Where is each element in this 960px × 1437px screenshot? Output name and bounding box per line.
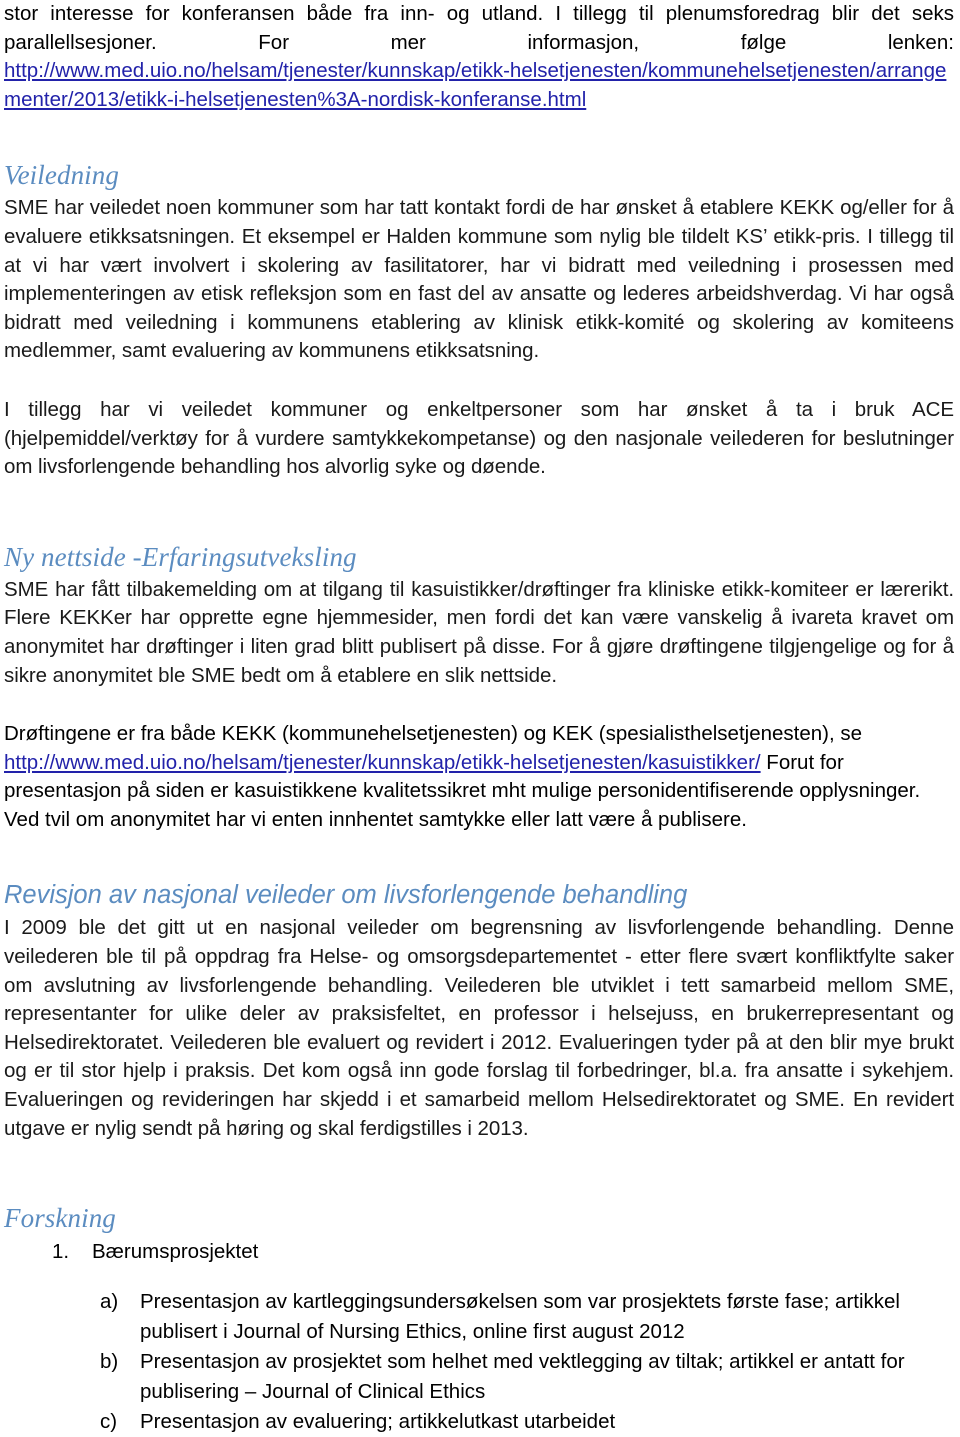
list-marker: b) — [100, 1350, 119, 1374]
paragraph-ny-nettside: SME har fått tilbakemelding om at tilgan… — [4, 577, 954, 687]
conference-url-block: http://www.med.uio.no/helsam/tjenester/k… — [4, 57, 954, 114]
lead-line-1: stor interesse for konferansen både fra … — [4, 2, 954, 25]
list-item-lettered: b) Presentasjon av prosjektet som helhet… — [100, 1347, 954, 1407]
list-item-numbered: 1. Bærumsprosjektet — [52, 1237, 954, 1267]
list-marker: a) — [100, 1290, 119, 1314]
list-marker: 1. — [52, 1240, 70, 1264]
list-item-text: Bærumsprosjektet — [92, 1240, 259, 1264]
list-item-lettered: c) Presentasjon av evaluering; artikkelu… — [100, 1407, 954, 1437]
list-item-text: Presentasjon av kartleggingsundersøkelse… — [140, 1290, 900, 1344]
paragraph-veiledning-2: I tillegg har vi veiledet kommuner og en… — [4, 397, 954, 479]
kasuistikker-block: Drøftingene er fra både KEKK (kommunehel… — [4, 720, 954, 834]
paragraph-revisjon: I 2009 ble det gitt ut en nasjonal veile… — [4, 916, 954, 1140]
list-item-text: Presentasjon av evaluering; artikkelutka… — [140, 1410, 616, 1434]
kasuistikker-intro: Drøftingene er fra både KEKK (kommunehel… — [4, 722, 863, 746]
list-item-lettered: a) Presentasjon av kartleggingsundersøke… — [100, 1287, 954, 1347]
document-page: stor interesse for konferansen både fra … — [0, 0, 960, 1433]
lead-word: parallellsesjoner. — [4, 30, 157, 54]
section-heading-ny-nettside: Ny nettside -Erfaringsutveksling — [4, 541, 357, 572]
paragraph-veiledning-1: SME har veiledet noen kommuner som har t… — [4, 196, 954, 363]
lead-word: For — [258, 30, 290, 54]
lead-word: lenken: — [887, 30, 954, 54]
lead-word: følge — [740, 30, 787, 54]
kasuistikker-url-link[interactable]: http://www.med.uio.no/helsam/tjenester/k… — [4, 751, 761, 774]
lead-paragraph: stor interesse for konferansen både fra … — [4, 0, 954, 57]
section-heading-forskning: Forskning — [4, 1203, 116, 1234]
section-heading-veiledning: Veiledning — [4, 160, 119, 191]
section-heading-revisjon: Revisjon av nasjonal veileder om livsfor… — [4, 881, 688, 910]
conference-url-link[interactable]: http://www.med.uio.no/helsam/tjenester/k… — [4, 59, 946, 111]
lead-word: informasjon, — [527, 30, 640, 54]
list-item-text: Presentasjon av prosjektet som helhet me… — [140, 1350, 905, 1404]
lead-line-2: parallellsesjoner. For mer informasjon, … — [4, 29, 954, 58]
lead-word: mer — [390, 30, 426, 54]
list-marker: c) — [100, 1410, 118, 1434]
